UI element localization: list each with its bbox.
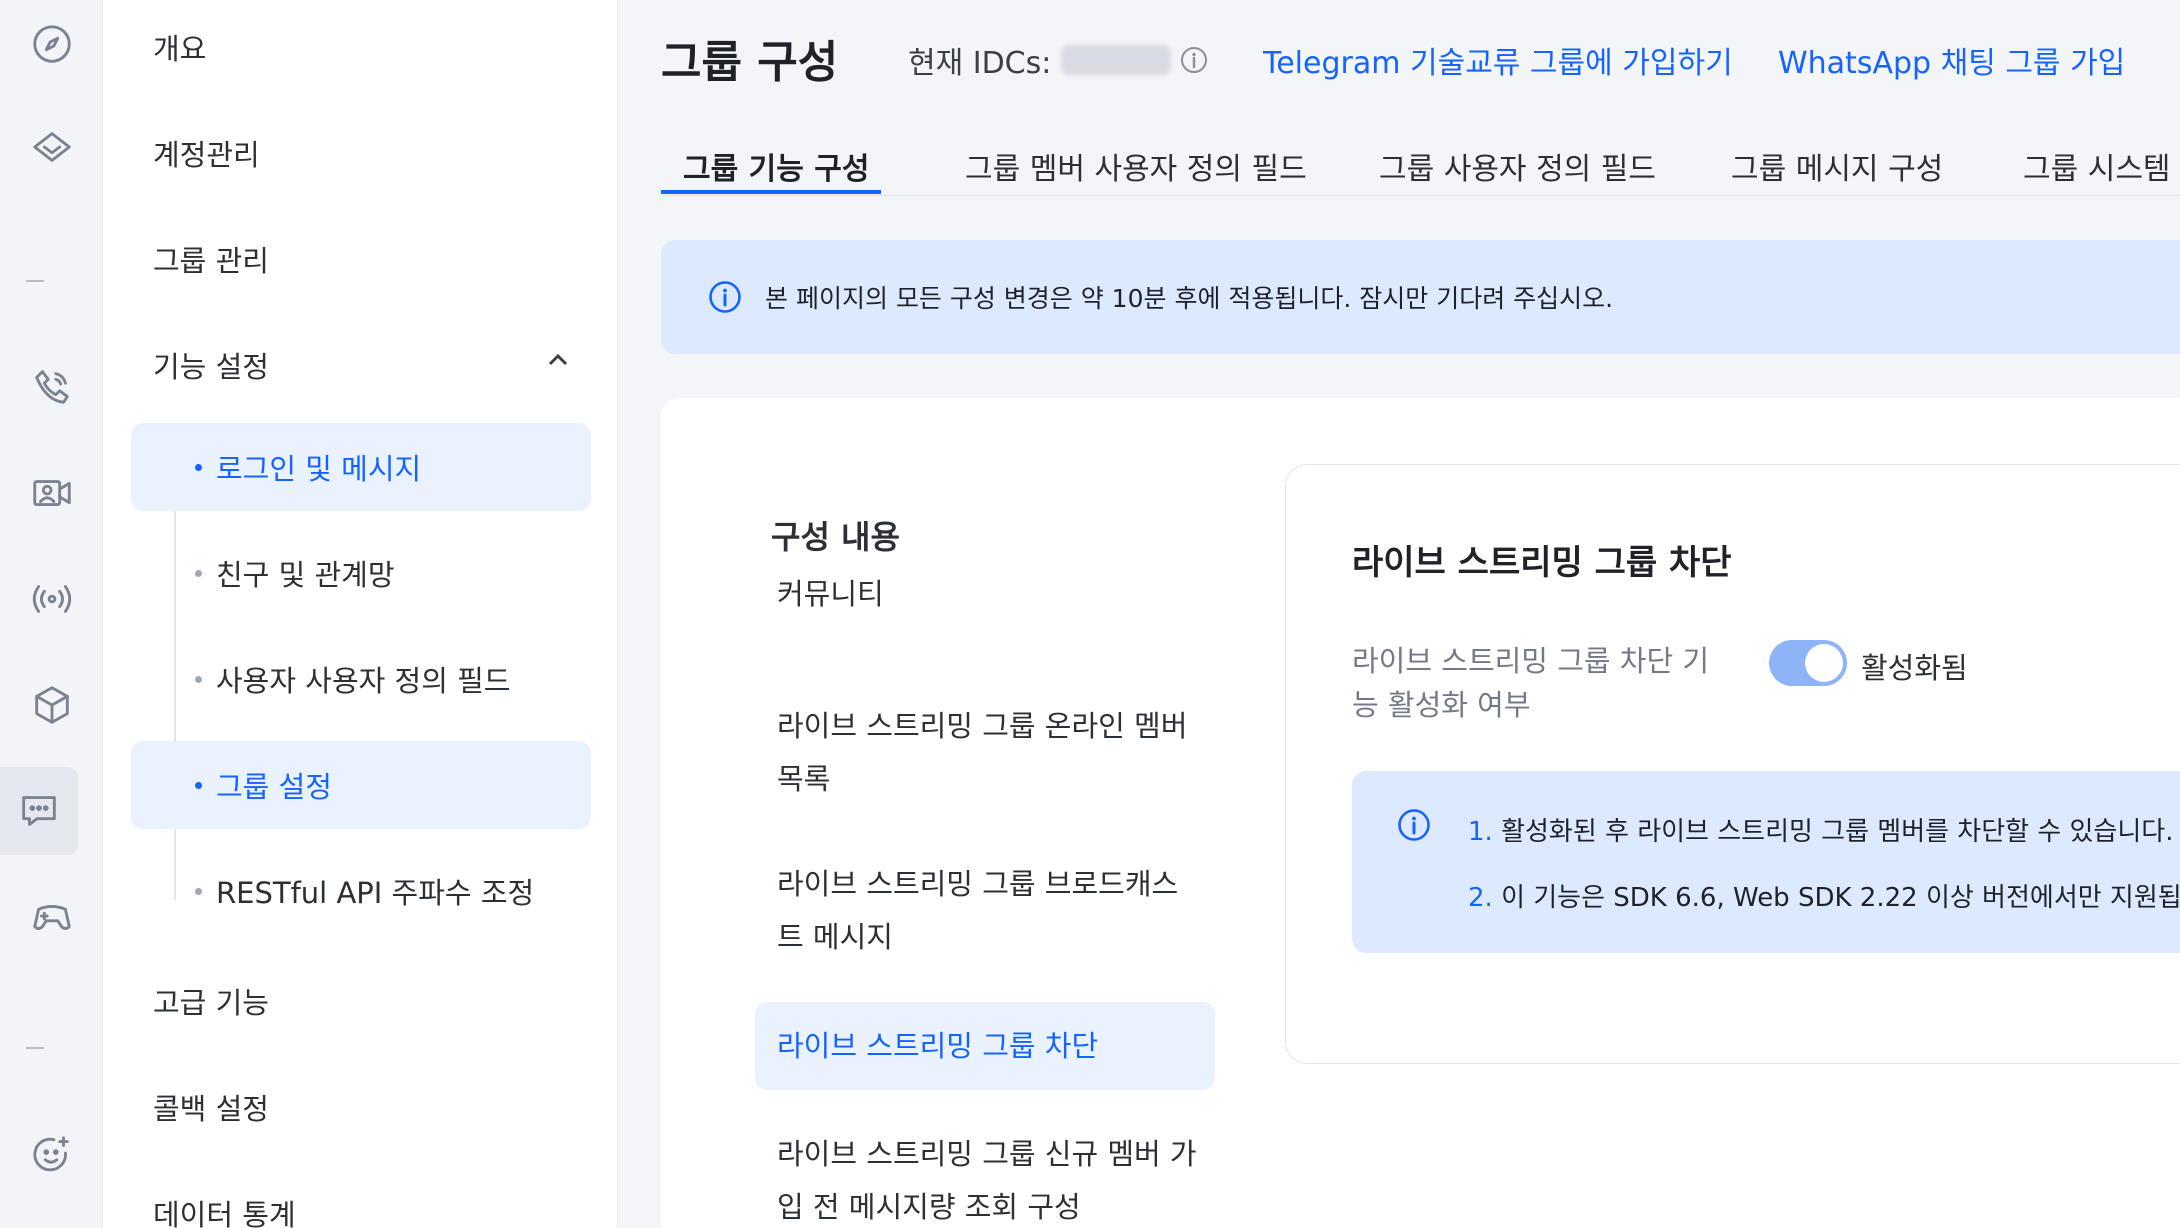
menu-item-group-management[interactable]: 그룹 관리: [153, 238, 269, 280]
chevron-up-icon[interactable]: [544, 346, 572, 374]
idc-value-redacted: [1061, 45, 1172, 75]
bullet-icon: [195, 676, 202, 683]
rail-divider: [26, 280, 44, 282]
tab-group-features[interactable]: 그룹 기능 구성: [683, 144, 870, 188]
chat-icon[interactable]: [0, 767, 78, 855]
side-menu: 개요 계정관리 그룹 관리 기능 설정 로그인 및 메시지 친구 및 관계망 사…: [103, 0, 618, 1228]
whatsapp-link[interactable]: WhatsApp 채팅 그룹 가입: [1778, 38, 2125, 82]
smile-sparkle-icon[interactable]: [0, 1111, 103, 1199]
toggle-field-label: 라이브 스트리밍 그룹 차단 기능 활성화 여부: [1352, 644, 1710, 722]
main-content: 그룹 구성 현재 IDCs: Telegram 기술교류 그룹에 가입하기 Wh…: [618, 0, 2180, 1228]
config-section-title: 구성 내용: [771, 518, 900, 556]
note-text: 활성화된 후 라이브 스트리밍 그룹 멤버를 차단할 수 있습니다. 멤버: [1501, 817, 2180, 847]
broadcast-icon[interactable]: [0, 555, 103, 643]
note-line-1: 1. 활성화된 후 라이브 스트리밍 그룹 멤버를 차단할 수 있습니다. 멤버: [1468, 811, 2180, 848]
submenu-item-label: 그룹 설정: [216, 770, 332, 804]
submenu-item-group-settings[interactable]: 그룹 설정: [131, 741, 591, 829]
config-card: 구성 내용 커뮤니티 라이브 스트리밍 그룹 온라인 멤버 목록 라이브 스트리…: [661, 398, 2180, 1228]
tab-group-system-notice[interactable]: 그룹 시스템 알: [2023, 144, 2180, 188]
submenu-item-label: 사용자 사용자 정의 필드: [216, 664, 511, 698]
enable-toggle[interactable]: [1769, 640, 1847, 686]
info-circle-icon: [1398, 809, 1430, 841]
tab-group-member-custom-fields[interactable]: 그룹 멤버 사용자 정의 필드: [965, 144, 1307, 188]
phone-call-icon[interactable]: [0, 343, 103, 431]
menu-item-overview[interactable]: 개요: [153, 26, 206, 68]
detail-panel: 라이브 스트리밍 그룹 차단 라이브 스트리밍 그룹 차단 기능 활성화 여부 …: [1285, 464, 2180, 1064]
page-title: 그룹 구성: [661, 37, 839, 88]
submenu-item-user-custom-fields[interactable]: 사용자 사용자 정의 필드: [131, 635, 591, 723]
tab-bar: 그룹 기능 구성 그룹 멤버 사용자 정의 필드 그룹 사용자 정의 필드 그룹…: [661, 136, 2180, 196]
tab-group-custom-fields[interactable]: 그룹 사용자 정의 필드: [1379, 144, 1656, 188]
submenu-item-restful-api[interactable]: RESTful API 주파수 조정: [131, 847, 591, 935]
submenu-item-label: 친구 및 관계망: [216, 558, 395, 592]
submenu-item-label: RESTful API 주파수 조정: [216, 876, 535, 910]
active-tab-indicator: [661, 190, 881, 194]
menu-item-feature-settings[interactable]: 기능 설정: [153, 344, 269, 386]
bullet-icon: [195, 782, 202, 789]
submenu-item-label: 로그인 및 메시지: [216, 452, 422, 486]
info-notice: 본 페이지의 모든 구성 변경은 약 10분 후에 적용됩니다. 잠시만 기다려…: [661, 240, 2180, 354]
idc-label: 현재 IDCs:: [908, 46, 1052, 81]
gamepad-icon[interactable]: [0, 873, 103, 961]
bullet-icon: [195, 570, 202, 577]
bullet-icon: [195, 464, 202, 471]
notice-text: 본 페이지의 모든 구성 변경은 약 10분 후에 적용됩니다. 잠시만 기다려…: [765, 284, 1614, 313]
tab-group-message-config[interactable]: 그룹 메시지 구성: [1731, 144, 1943, 188]
config-item-new-member-history[interactable]: 라이브 스트리밍 그룹 신규 멤버 가입 전 메시지량 조회 구성: [755, 1128, 1215, 1228]
compass-icon[interactable]: [0, 0, 103, 88]
rail-divider: [26, 1047, 44, 1049]
icon-rail: [0, 0, 103, 1228]
diamond-icon[interactable]: [0, 103, 103, 191]
menu-item-advanced[interactable]: 고급 기능: [153, 980, 269, 1022]
toggle-status-label: 활성화됨: [1861, 651, 1968, 685]
info-circle-icon: [709, 281, 741, 313]
submenu-item-login-message[interactable]: 로그인 및 메시지: [131, 423, 591, 511]
menu-item-statistics[interactable]: 데이터 통계: [153, 1192, 296, 1228]
panel-info-notice: 1. 활성화된 후 라이브 스트리밍 그룹 멤버를 차단할 수 있습니다. 멤버…: [1352, 771, 2180, 953]
config-item-ban[interactable]: 라이브 스트리밍 그룹 차단: [755, 1002, 1215, 1090]
submenu-item-friends[interactable]: 친구 및 관계망: [131, 529, 591, 617]
config-item-online-members[interactable]: 라이브 스트리밍 그룹 온라인 멤버 목록: [755, 700, 1195, 806]
note-number: 2.: [1468, 883, 1493, 913]
panel-title: 라이브 스트리밍 그룹 차단: [1352, 543, 1732, 583]
config-item-community[interactable]: 커뮤니티: [755, 568, 1215, 621]
note-text: 이 기능은 SDK 6.6, Web SDK 2.22 이상 버전에서만 지원됩…: [1501, 883, 2180, 913]
bullet-icon: [195, 888, 202, 895]
menu-item-callback[interactable]: 콜백 설정: [153, 1086, 269, 1128]
config-item-broadcast[interactable]: 라이브 스트리밍 그룹 브로드캐스트 메시지: [755, 858, 1195, 964]
telegram-link[interactable]: Telegram 기술교류 그룹에 가입하기: [1263, 38, 1733, 82]
current-idc: 현재 IDCs:: [908, 38, 1209, 82]
cube-icon[interactable]: [0, 661, 103, 749]
note-number: 1.: [1468, 817, 1493, 847]
menu-item-account[interactable]: 계정관리: [153, 132, 260, 174]
note-line-2: 2. 이 기능은 SDK 6.6, Web SDK 2.22 이상 버전에서만 …: [1468, 877, 2180, 914]
video-user-icon[interactable]: [0, 449, 103, 537]
info-icon[interactable]: [1179, 45, 1209, 75]
